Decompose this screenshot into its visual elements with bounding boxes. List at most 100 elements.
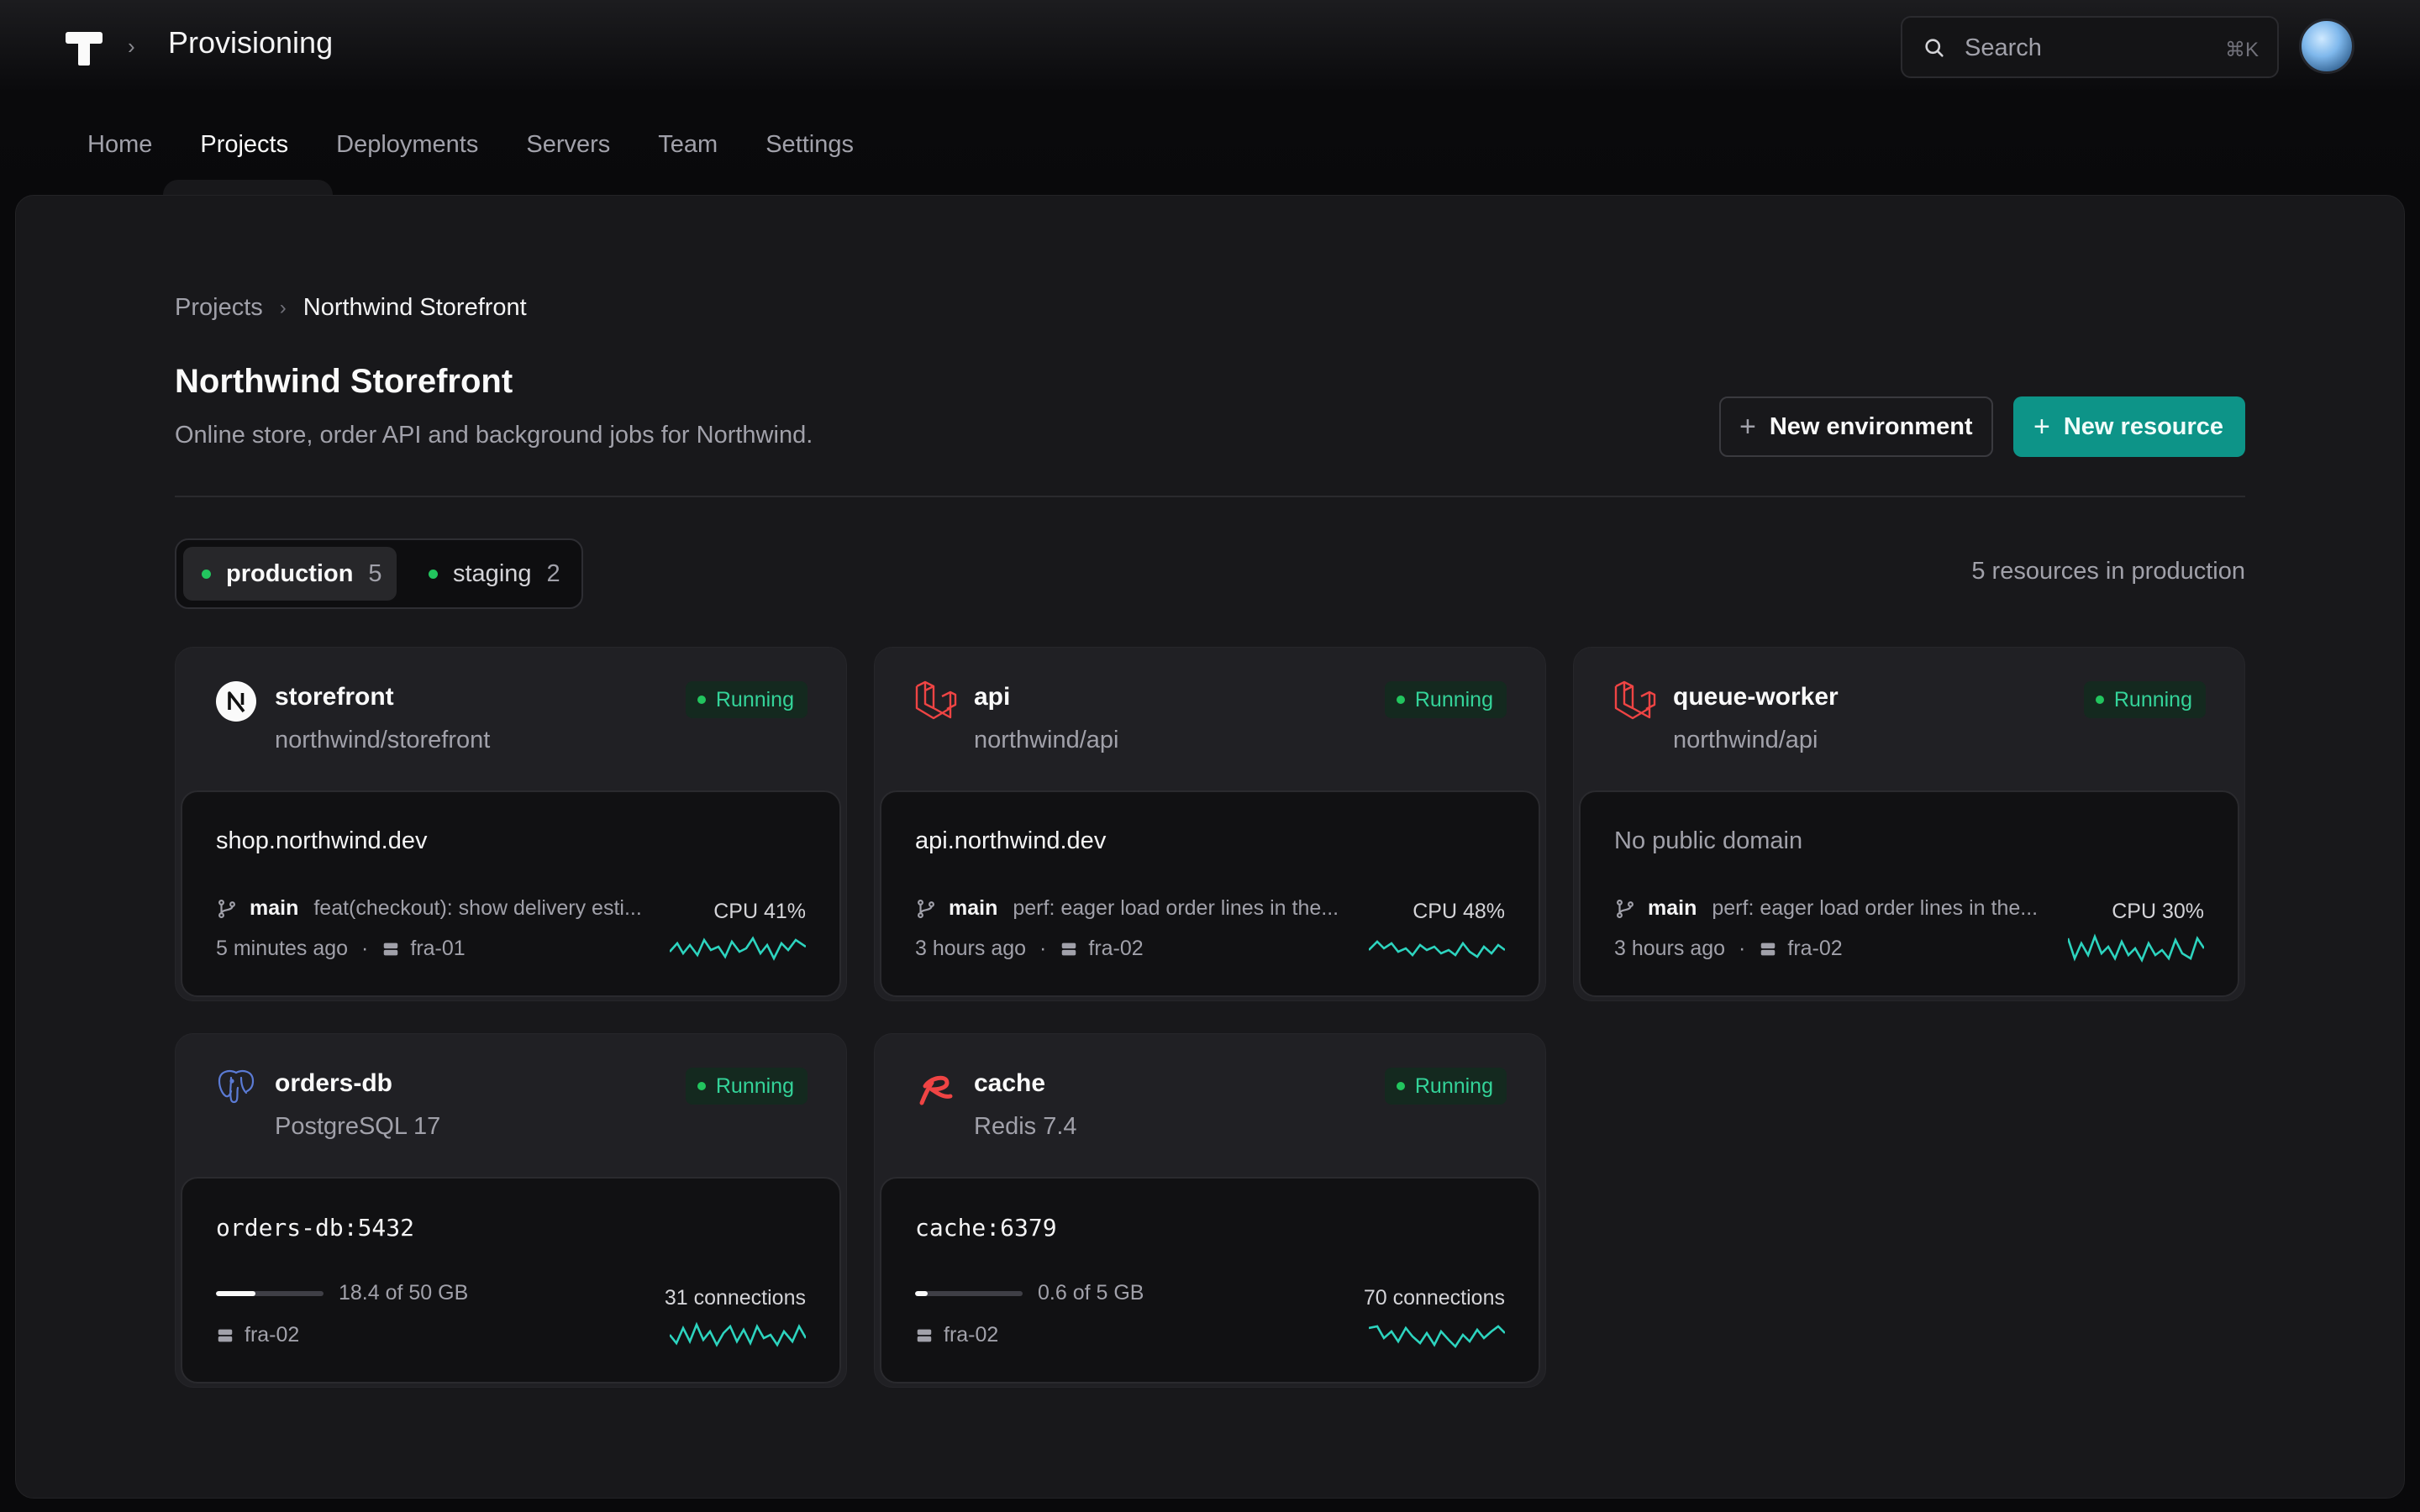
storage-usage: 18.4 of 50 GB: [216, 1281, 468, 1305]
resource-card-queue-worker[interactable]: queue-worker northwind/api Running No pu…: [1573, 647, 2245, 1001]
laravel-icon: [1614, 680, 1656, 720]
resource-card-storefront[interactable]: storefront northwind/storefront Running …: [175, 647, 847, 1001]
branch-name: main: [250, 896, 299, 920]
deploy-time: 3 hours ago: [915, 937, 1027, 960]
plus-icon: +: [2033, 411, 2050, 443]
memory-usage-fill: [915, 1290, 929, 1296]
resource-card-orders-db[interactable]: orders-db PostgreSQL 17 Running orders-d…: [175, 1033, 847, 1388]
resource-card-api[interactable]: api northwind/api Running api.northwind.…: [874, 647, 1546, 1001]
resource-details: orders-db:5432 18.4 of 50 GB fra-02 31 c…: [181, 1177, 841, 1383]
env-tab-staging[interactable]: staging 2: [410, 547, 575, 601]
server-meta: fra-02: [216, 1323, 299, 1347]
nav-projects[interactable]: Projects: [200, 131, 288, 159]
resource-domain: No public domain: [1614, 827, 1803, 854]
breadcrumb-projects-link[interactable]: Projects: [175, 294, 263, 322]
deploy-time: 3 hours ago: [1614, 937, 1726, 960]
nav-team[interactable]: Team: [658, 131, 718, 159]
app-logo-icon[interactable]: [66, 32, 103, 66]
git-branch-icon: [1617, 899, 1634, 918]
latest-commit: main perf: eager load order lines in the…: [915, 896, 1352, 921]
connection-count: 31 connections: [664, 1286, 806, 1310]
branch-name: main: [1648, 896, 1697, 920]
latest-commit: main feat(checkout): show delivery esti.…: [216, 896, 653, 921]
commit-message: feat(checkout): show delivery esti...: [313, 896, 642, 920]
server-icon: [917, 1329, 932, 1341]
server-name: fra-02: [1088, 937, 1144, 960]
search-placeholder: Search: [1965, 34, 2042, 61]
resource-name: orders-db: [275, 1069, 393, 1097]
nav-home[interactable]: Home: [87, 131, 152, 159]
server-icon: [384, 942, 398, 955]
nextjs-icon: [216, 681, 256, 722]
cpu-sparkline: [670, 936, 806, 961]
top-bar: › Provisioning Search ⌘K Home Projects D…: [0, 0, 2420, 195]
redis-icon: [919, 1075, 953, 1105]
deploy-meta: 3 hours ago · fra-02: [1614, 937, 1843, 960]
commit-message: perf: eager load order lines in the...: [1712, 896, 2039, 920]
server-icon: [1761, 942, 1776, 955]
server-icon: [218, 1329, 233, 1341]
status-dot: [202, 569, 211, 579]
server-name: fra-02: [245, 1323, 300, 1347]
resource-name: api: [974, 683, 1011, 711]
resource-domain-link[interactable]: api.northwind.dev: [915, 827, 1106, 855]
env-tab-production[interactable]: production 5: [183, 547, 397, 601]
plus-icon: +: [1739, 411, 1756, 443]
memory-usage-bar: [915, 1290, 1023, 1296]
cpu-usage: CPU 41%: [713, 900, 806, 923]
connections-sparkline: [1369, 1325, 1505, 1349]
memory-usage-text: 0.6 of 5 GB: [1038, 1281, 1144, 1305]
nav-servers[interactable]: Servers: [526, 131, 610, 159]
connection-count: 70 connections: [1363, 1286, 1505, 1310]
resource-details: cache:6379 0.6 of 5 GB fra-02 70 connect…: [880, 1177, 1540, 1383]
resource-card-cache[interactable]: cache Redis 7.4 Running cache:6379 0.6 o…: [874, 1033, 1546, 1388]
resource-repo: northwind/storefront: [275, 727, 491, 753]
search-input[interactable]: Search ⌘K: [1901, 16, 2279, 78]
avatar[interactable]: [2299, 18, 2354, 74]
status-badge: Running: [2083, 681, 2206, 718]
status-text: Running: [715, 687, 794, 711]
env-count: 5: [368, 559, 382, 587]
env-count: 2: [546, 559, 560, 587]
status-text: Running: [715, 1074, 794, 1098]
resource-details: shop.northwind.dev main feat(checkout): …: [181, 790, 841, 997]
deploy-time: 5 minutes ago: [216, 937, 349, 960]
server-name: fra-02: [1787, 937, 1843, 960]
resource-engine: Redis 7.4: [974, 1113, 1077, 1140]
nav-deployments[interactable]: Deployments: [336, 131, 478, 159]
server-name: fra-02: [944, 1323, 999, 1347]
page-description: Online store, order API and background j…: [175, 422, 813, 449]
deploy-meta: 5 minutes ago · fra-01: [216, 937, 466, 960]
chevron-right-icon: ›: [279, 296, 287, 319]
status-text: Running: [1414, 687, 1493, 711]
new-resource-button[interactable]: + New resource: [2013, 396, 2245, 457]
connections-sparkline: [670, 1321, 806, 1347]
server-meta: fra-02: [915, 1323, 998, 1347]
git-branch-icon: [918, 899, 934, 918]
storage-usage-text: 18.4 of 50 GB: [339, 1281, 469, 1305]
connection-host[interactable]: orders-db:5432: [216, 1214, 414, 1242]
new-resource-label: New resource: [2063, 412, 2224, 440]
status-badge: Running: [685, 681, 808, 718]
resource-name: cache: [974, 1069, 1046, 1097]
deploy-meta: 3 hours ago · fra-02: [915, 937, 1144, 960]
page-title: Northwind Storefront: [175, 363, 513, 400]
nav-settings[interactable]: Settings: [765, 131, 854, 159]
cpu-usage: CPU 48%: [1413, 900, 1505, 923]
new-environment-button[interactable]: + New environment: [1719, 396, 1993, 457]
resource-domain-link[interactable]: shop.northwind.dev: [216, 827, 428, 855]
environment-switcher: production 5 staging 2: [175, 538, 583, 609]
env-name: staging: [453, 559, 532, 587]
branch-name: main: [949, 896, 998, 920]
resource-count: 5 resources in production: [1971, 558, 2245, 585]
env-name: production: [226, 559, 354, 587]
divider: [175, 496, 2245, 497]
connection-host[interactable]: cache:6379: [915, 1214, 1057, 1242]
status-badge: Running: [685, 1068, 808, 1105]
cpu-sparkline: [1369, 940, 1505, 958]
memory-usage: 0.6 of 5 GB: [915, 1281, 1144, 1305]
resource-engine: PostgreSQL 17: [275, 1113, 441, 1140]
git-branch-icon: [218, 899, 235, 918]
status-badge: Running: [1384, 681, 1507, 718]
status-text: Running: [1414, 1074, 1493, 1098]
